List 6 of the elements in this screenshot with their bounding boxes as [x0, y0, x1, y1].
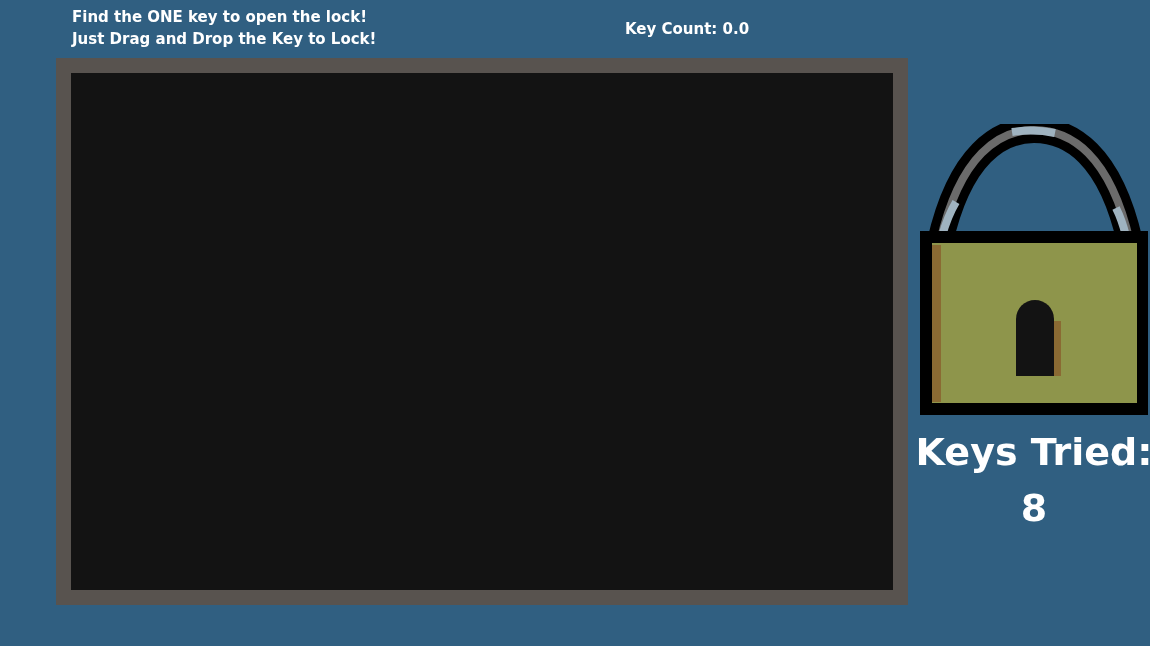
key-count-label: Key Count: 0.0: [625, 19, 750, 40]
instruction-text: Find the ONE key to open the lock!: [72, 7, 368, 28]
keys-tried-label: Keys Tried:: [915, 429, 1150, 476]
padlock-drawing[interactable]: [920, 124, 1148, 416]
keys-tried-value: 8: [1020, 485, 1048, 532]
instruction-text: Just Drag and Drop the Key to Lock!: [72, 29, 378, 50]
